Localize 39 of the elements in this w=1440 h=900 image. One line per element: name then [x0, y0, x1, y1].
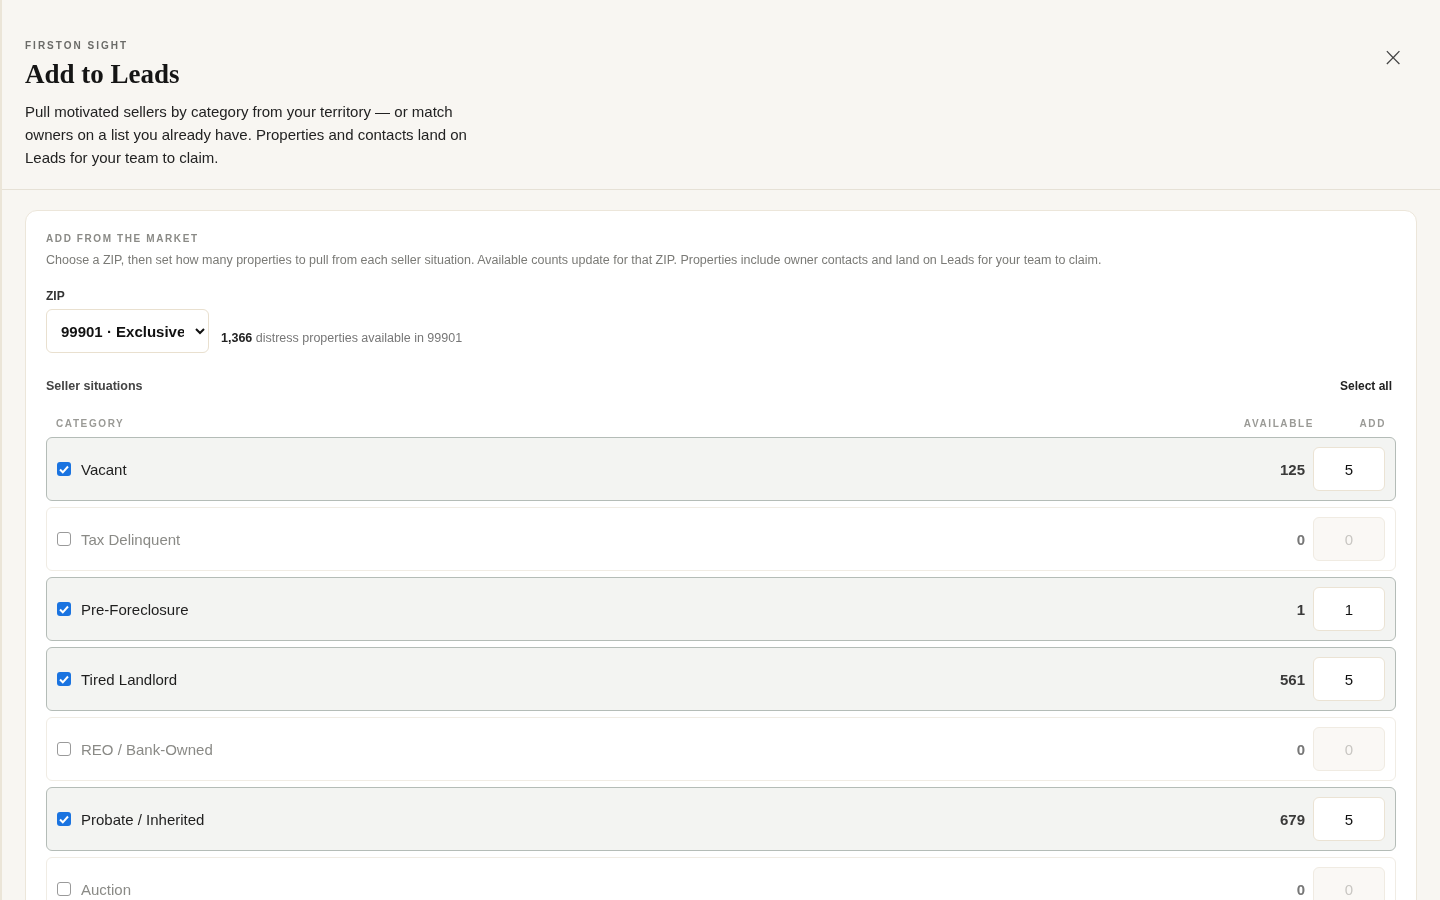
available-count: 561: [1278, 670, 1305, 688]
select-all-link[interactable]: Select all: [1339, 379, 1392, 393]
checkbox[interactable]: [57, 462, 71, 476]
close-button[interactable]: ×: [1378, 44, 1408, 70]
column-header: AVAILABLE: [1242, 418, 1314, 429]
category-label: REO / Bank-Owned: [81, 740, 214, 758]
add-count-field[interactable]: 5: [1313, 447, 1385, 491]
brand-eyebrow: FIRSTON SIGHT: [25, 40, 130, 51]
section-description: Choose a ZIP, then set how many properties to pull from each seller situation. Available counts update for that ZIP. Properties include owner contacts and land on Leads for your team to claim.: [46, 253, 1103, 267]
category-label: Pre-Foreclosure: [81, 600, 190, 618]
category-label: Probate / Inherited: [81, 810, 206, 828]
available-count: 125: [1278, 460, 1305, 478]
checkbox[interactable]: [57, 812, 71, 826]
available-count: 679: [1278, 810, 1305, 828]
situations-label: Seller situations: [46, 379, 143, 393]
add-count-field[interactable]: 5: [1313, 657, 1385, 701]
add-count-field[interactable]: 5: [1313, 797, 1385, 841]
available-count: 0: [1295, 740, 1305, 758]
available-count: 0: [1295, 530, 1305, 548]
checkbox[interactable]: [57, 742, 71, 756]
checkbox[interactable]: [57, 532, 71, 546]
availability-summary: 1,366 distress properties available in 99901: [221, 331, 463, 347]
zip-label: ZIP: [46, 289, 66, 303]
column-header: ADD: [1358, 418, 1386, 429]
category-label: Tax Delinquent: [81, 530, 182, 548]
zip-select[interactable]: 99901 · Exclusive: [46, 309, 209, 353]
available-count: 1: [1295, 600, 1305, 618]
checkbox[interactable]: [57, 602, 71, 616]
dialog-description: Pull motivated sellers by category from your territory — or match owners on a list you already have. Properties and contacts land on Leads for your team to claim.: [25, 102, 468, 168]
category-label: Tired Landlord: [81, 670, 179, 688]
category-label: Vacant: [81, 460, 128, 478]
checkbox[interactable]: [57, 672, 71, 686]
available-count: 0: [1295, 880, 1305, 898]
add-count-field[interactable]: 1: [1313, 587, 1385, 631]
section-heading: ADD FROM THE MARKET: [46, 233, 200, 244]
category-label: Auction: [81, 880, 133, 898]
checkbox[interactable]: [57, 882, 71, 896]
column-header: CATEGORY: [56, 418, 126, 429]
dialog-title: Add to Leads: [25, 59, 181, 90]
